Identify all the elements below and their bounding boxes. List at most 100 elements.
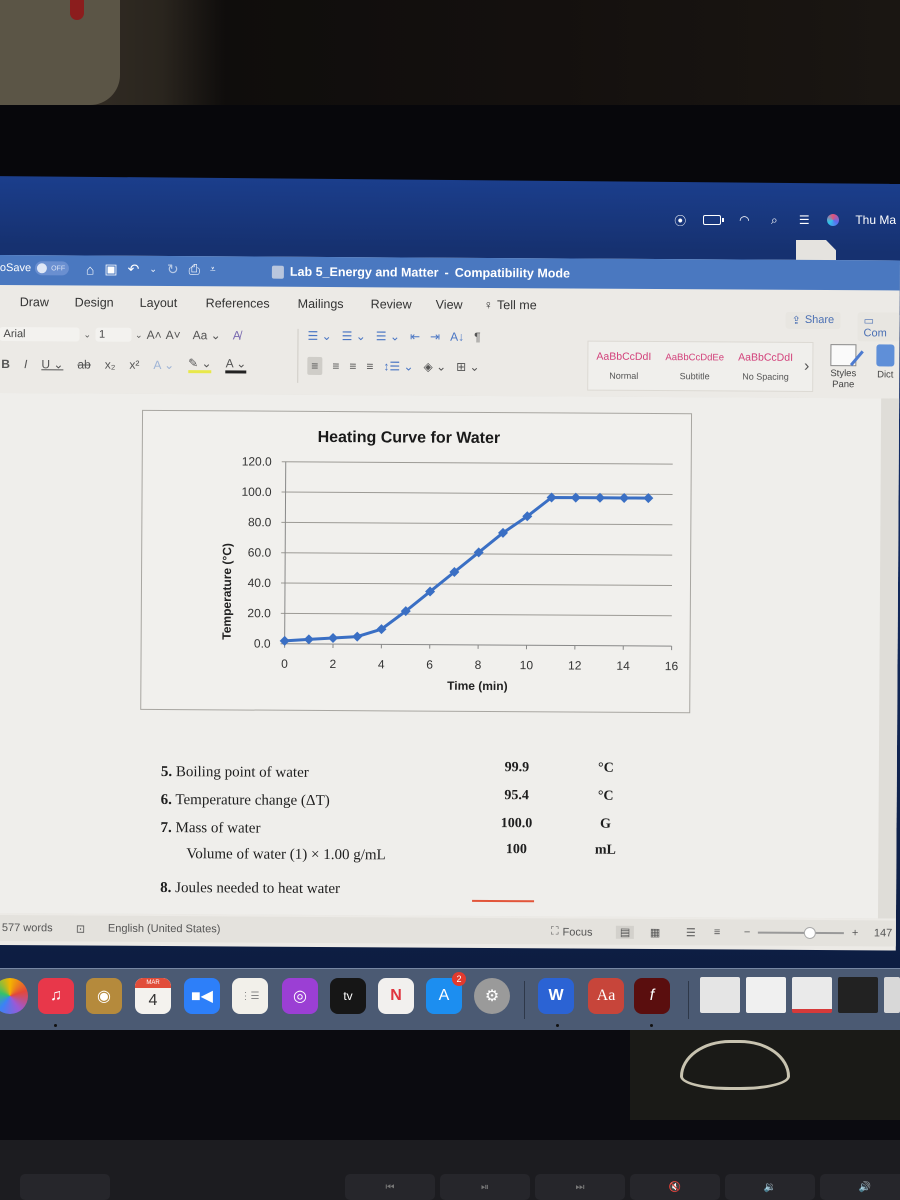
show-formatting-icon[interactable]: ¶ <box>474 330 481 344</box>
align-center-icon[interactable]: ≡ <box>332 359 339 373</box>
web-layout-icon[interactable]: ▦ <box>650 926 660 939</box>
zoom-slider-thumb[interactable] <box>803 926 816 939</box>
zoom-level[interactable]: 147 <box>874 927 892 939</box>
word-count[interactable]: 577 words <box>2 922 53 934</box>
shading-icon[interactable]: ◈ ⌄ <box>424 360 447 374</box>
grow-font-icon[interactable]: A˄ <box>147 328 162 342</box>
flash-player-icon[interactable]: f <box>634 978 670 1014</box>
mute-key[interactable]: 🔇 <box>630 1174 720 1200</box>
styles-pane-button[interactable]: Styles Pane <box>825 344 861 390</box>
align-left-icon[interactable]: ≡ <box>307 356 323 375</box>
answer-value[interactable]: 100 <box>486 842 546 858</box>
battery-icon[interactable] <box>703 215 725 225</box>
proofing-icon[interactable]: ⊡ <box>76 922 85 935</box>
tab-design[interactable]: Design <box>75 295 114 309</box>
decrease-indent-icon[interactable]: ⇤ <box>410 330 420 344</box>
underline-icon[interactable]: U ⌄ <box>41 357 63 371</box>
increase-indent-icon[interactable]: ⇥ <box>430 330 440 344</box>
focus-button[interactable]: ⛶ Focus <box>551 925 593 938</box>
text-effects-icon[interactable]: A ⌄ <box>153 357 174 371</box>
fast-forward-key[interactable]: ⏭ <box>535 1174 625 1200</box>
tell-me-search[interactable]: ♀ Tell me <box>484 298 537 312</box>
customize-toolbar-icon[interactable]: ⩡ <box>210 264 216 275</box>
autosave-toggle[interactable]: OFF <box>35 261 70 276</box>
bullets-icon[interactable]: ☰ ⌄ <box>307 329 331 343</box>
style-normal[interactable]: AaBbCcDdI Normal <box>588 342 659 390</box>
microsoft-word-icon[interactable]: W <box>538 978 574 1014</box>
chart-container[interactable]: Heating Curve for Water 0.0 20.0 40.0 60.0 8… <box>140 409 693 714</box>
music-window-thumbnail[interactable] <box>792 977 832 1013</box>
highlight-color-icon[interactable]: ✎ ⌄ <box>188 356 212 374</box>
news-app-icon[interactable]: N <box>378 978 414 1014</box>
zoom-out-icon[interactable]: − <box>744 927 751 939</box>
trash-icon[interactable] <box>884 977 900 1013</box>
print-icon[interactable]: ⎙ <box>189 261 200 278</box>
tab-layout[interactable]: Layout <box>140 296 178 310</box>
photos-app-icon[interactable] <box>0 978 28 1014</box>
contacts-app-icon[interactable]: ◉ <box>86 978 122 1014</box>
calendar-app-icon[interactable]: MAR 4 <box>135 978 171 1014</box>
recent-window-thumbnail[interactable] <box>700 977 740 1013</box>
music-app-icon[interactable]: ♫ <box>38 978 74 1014</box>
borders-icon[interactable]: ⊞ ⌄ <box>456 360 480 374</box>
tab-review[interactable]: Review <box>371 297 412 311</box>
styles-more-chevron-icon[interactable]: › <box>801 358 812 376</box>
font-color-icon[interactable]: A ⌄ <box>225 356 247 374</box>
share-button[interactable]: ⇪ Share <box>785 311 841 330</box>
answer-value[interactable]: 100.0 <box>486 816 546 832</box>
reminders-app-icon[interactable]: ⋮☰ <box>232 978 268 1014</box>
undo-icon[interactable]: ↶ <box>128 261 140 278</box>
undo-dropdown-icon[interactable]: ⌄ <box>149 264 157 275</box>
shrink-font-icon[interactable]: A˅ <box>166 328 181 342</box>
dictionary-app-icon[interactable]: Aa <box>588 978 624 1014</box>
document-page[interactable]: Heating Curve for Water 0.0 20.0 40.0 60.0 8… <box>0 392 882 919</box>
superscript-icon[interactable]: x² <box>129 357 139 371</box>
subscript-icon[interactable]: x₂ <box>105 357 116 371</box>
menubar-clock[interactable]: Thu Ma <box>855 213 896 227</box>
change-case-button[interactable]: Aa ⌄ <box>193 328 221 342</box>
autosave-control[interactable]: oSave OFF <box>0 261 70 276</box>
wifi-icon[interactable]: ◠ <box>737 213 751 227</box>
font-size-field[interactable]: 1 <box>95 327 132 342</box>
line-spacing-icon[interactable]: ↕☰ ⌄ <box>383 359 413 373</box>
font-name-field[interactable]: Arial <box>0 326 80 342</box>
volume-down-key[interactable]: 🔉 <box>725 1174 815 1200</box>
siri-icon[interactable] <box>827 214 840 226</box>
style-subtitle[interactable]: AaBbCcDdEe Subtitle <box>659 342 730 390</box>
language[interactable]: English (United States) <box>108 923 221 936</box>
dictate-button[interactable]: Dict <box>876 344 895 380</box>
answer-blank[interactable] <box>472 899 535 902</box>
numbering-icon[interactable]: ☰ ⌄ <box>342 329 366 343</box>
answer-value[interactable]: 95.4 <box>487 788 547 804</box>
tab-view[interactable]: View <box>436 298 463 312</box>
strikethrough-icon[interactable]: ab <box>77 357 90 371</box>
multilevel-list-icon[interactable]: ☰ ⌄ <box>376 329 400 343</box>
bold-icon[interactable]: B <box>1 357 10 371</box>
play-pause-key[interactable]: ⏯ <box>440 1174 530 1200</box>
podcasts-app-icon[interactable]: ◎ <box>282 978 318 1014</box>
zoom-in-icon[interactable]: + <box>852 927 859 939</box>
app-store-icon[interactable]: A2 <box>426 972 466 1014</box>
screen-recording-icon[interactable]: ⦿ <box>673 213 687 228</box>
zoom-app-icon[interactable]: ■◀ <box>184 978 220 1014</box>
flash-window-thumbnail[interactable] <box>838 977 878 1013</box>
font-size-dropdown-icon[interactable]: ⌄ <box>135 329 143 340</box>
chrome-window-thumbnail[interactable] <box>746 977 786 1013</box>
mission-control-key[interactable] <box>20 1174 110 1200</box>
redo-icon[interactable]: ↻ <box>167 261 179 278</box>
sort-icon[interactable]: A↓ <box>450 330 464 344</box>
tab-references[interactable]: References <box>206 296 270 310</box>
rewind-key[interactable]: ⏮ <box>345 1174 435 1200</box>
volume-up-key[interactable]: 🔊 <box>820 1174 900 1200</box>
save-icon[interactable]: ▣ <box>104 261 117 278</box>
answer-value[interactable]: 99.9 <box>487 760 547 776</box>
system-preferences-icon[interactable]: ⚙ <box>474 978 510 1014</box>
clear-formatting-icon[interactable]: A̸ <box>233 328 241 342</box>
font-name-dropdown-icon[interactable]: ⌄ <box>83 329 91 340</box>
draft-view-icon[interactable]: ≡ <box>714 926 720 938</box>
justify-icon[interactable]: ≡ <box>366 359 373 373</box>
zoom-slider[interactable] <box>757 926 844 939</box>
apple-tv-app-icon[interactable]: tv <box>330 978 366 1014</box>
print-layout-icon[interactable]: ▤ <box>615 925 635 939</box>
control-center-icon[interactable]: ☰ <box>797 213 811 227</box>
